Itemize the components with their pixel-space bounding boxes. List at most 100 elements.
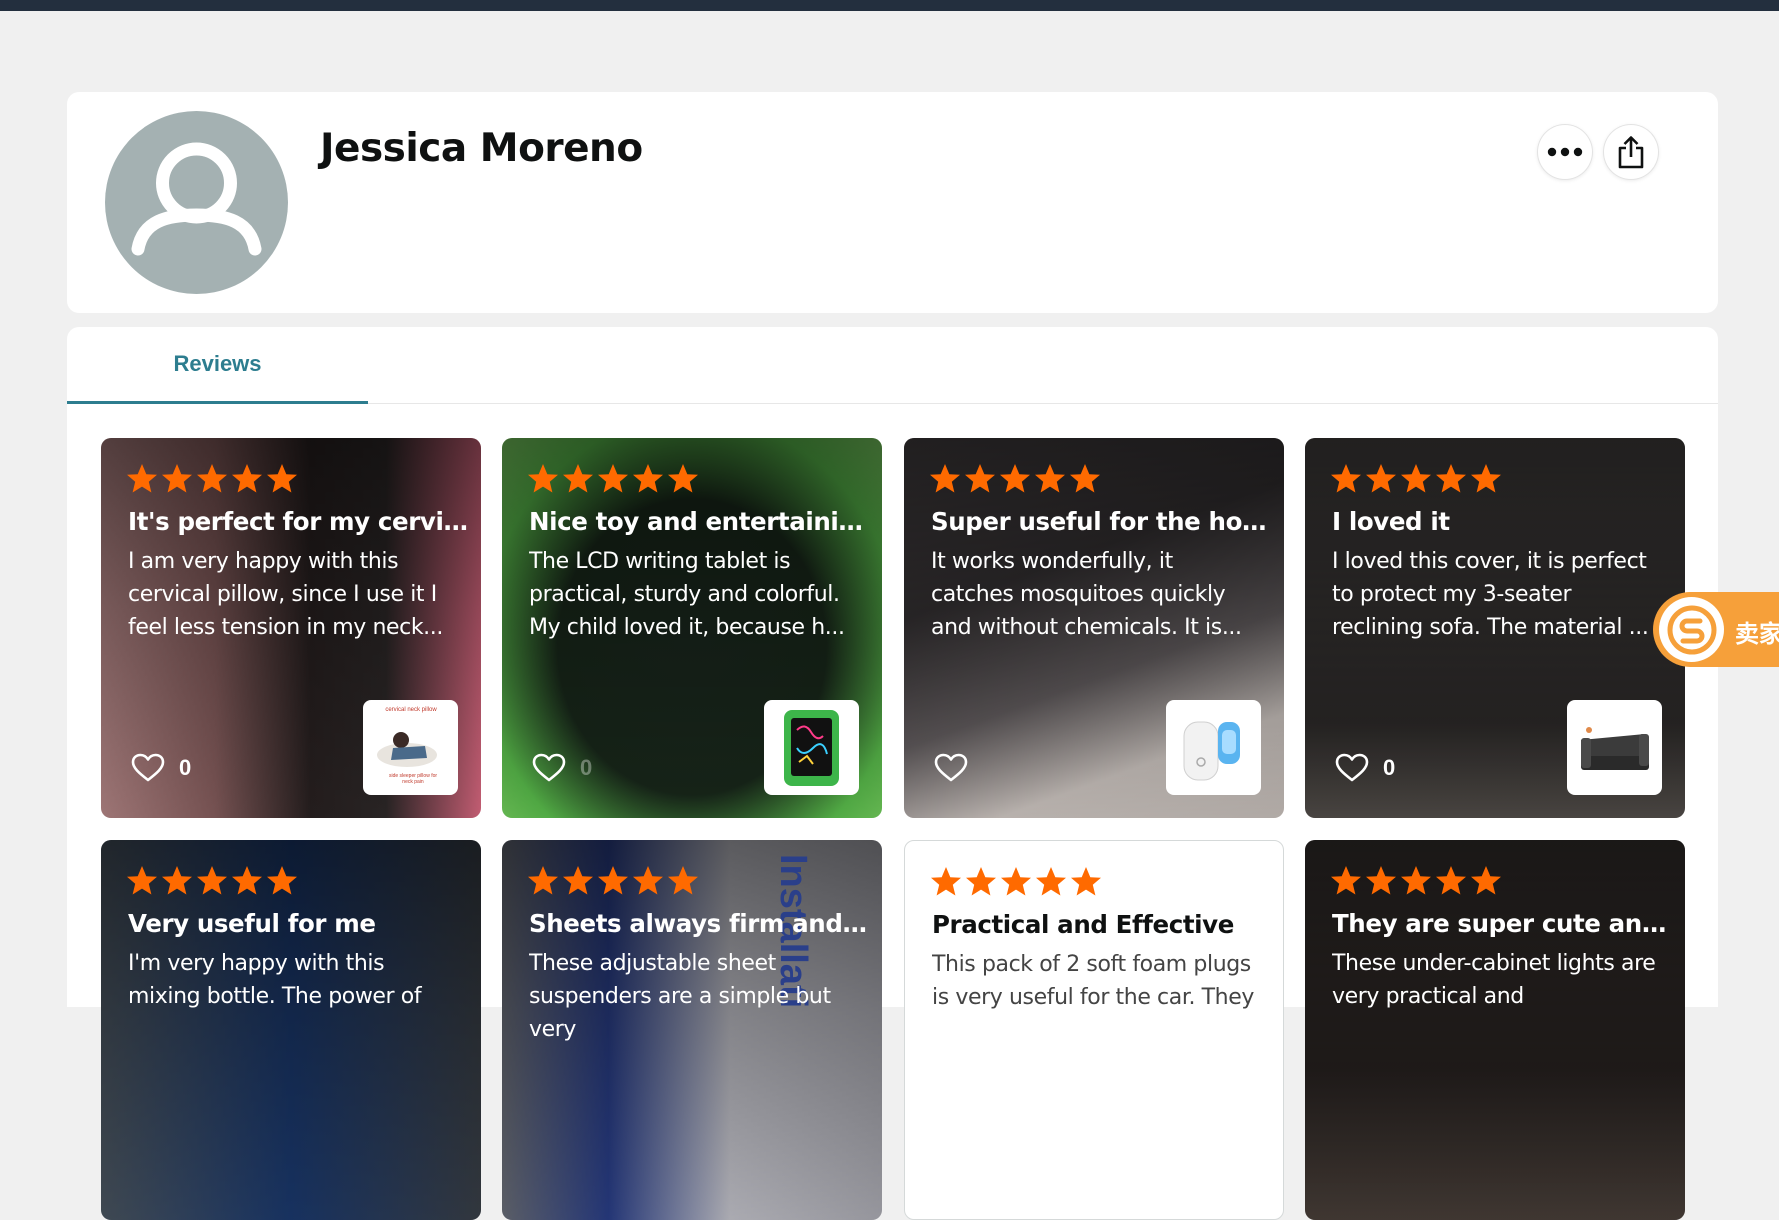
- review-card[interactable]: Installati Sheets always firm and ti... …: [502, 840, 882, 1220]
- share-button[interactable]: [1604, 125, 1658, 179]
- top-nav-bar: [0, 0, 1779, 11]
- star-icon: [232, 464, 262, 493]
- like-button[interactable]: [934, 753, 982, 783]
- mosquito-trap-product-image: [1183, 721, 1240, 781]
- heart-icon: [934, 753, 968, 782]
- profile-tabs: Reviews: [67, 327, 1718, 404]
- star-icon: [528, 866, 558, 895]
- review-card[interactable]: Practical and Effective This pack of 2 s…: [904, 840, 1284, 1220]
- review-title: They are super cute and ...: [1332, 909, 1672, 938]
- like-count: 0: [179, 755, 192, 780]
- star-icon: [563, 866, 593, 895]
- star-rating: [125, 462, 299, 496]
- product-thumbnail[interactable]: [764, 700, 859, 795]
- star-icon: [197, 866, 227, 895]
- star-icon: [1436, 464, 1466, 493]
- review-card[interactable]: Nice toy and entertaining The LCD writin…: [502, 438, 882, 818]
- star-icon: [1436, 866, 1466, 895]
- star-icon: [267, 866, 297, 895]
- product-thumbnail[interactable]: [1567, 700, 1662, 795]
- star-icon: [1036, 867, 1066, 896]
- review-card[interactable]: Very useful for me I'm very happy with t…: [101, 840, 481, 1220]
- star-rating: [929, 865, 1103, 899]
- review-title: Very useful for me: [128, 909, 376, 938]
- star-icon: [633, 866, 663, 895]
- review-body: I loved this cover, it is perfect to pro…: [1332, 549, 1649, 640]
- review-body: This pack of 2 soft foam plugs is very u…: [932, 952, 1254, 1010]
- tab-reviews[interactable]: Reviews: [67, 327, 368, 404]
- star-icon: [127, 866, 157, 895]
- review-body: The LCD writing tablet is practical, stu…: [529, 549, 845, 640]
- review-body: These adjustable sheet suspenders are a …: [529, 951, 831, 1042]
- star-icon: [1401, 866, 1431, 895]
- s-logo-icon: [1667, 605, 1716, 654]
- star-rating: [526, 462, 700, 496]
- review-body: I'm very happy with this mixing bottle. …: [128, 951, 422, 1009]
- star-icon: [931, 867, 961, 896]
- like-button[interactable]: 0: [532, 753, 592, 783]
- product-thumbnail[interactable]: [1166, 700, 1261, 795]
- star-rating: [1329, 864, 1503, 898]
- review-card[interactable]: Super useful for the home It works wonde…: [904, 438, 1284, 818]
- seller-plugin-tab[interactable]: 卖家: [1653, 592, 1779, 667]
- review-body: These under-cabinet lights are very prac…: [1332, 951, 1656, 1009]
- seller-plugin-logo-icon: [1659, 597, 1724, 662]
- seller-plugin-label: 卖家: [1735, 621, 1779, 648]
- star-icon: [162, 866, 192, 895]
- product-thumbnail[interactable]: cervical neck pillow side sleeper pillow…: [363, 700, 458, 795]
- star-icon: [1331, 866, 1361, 895]
- review-body: I am very happy with this cervical pillo…: [128, 549, 443, 640]
- star-icon: [1366, 464, 1396, 493]
- thumbnail-caption: side sleeper pillow for neck pain: [388, 773, 438, 785]
- star-icon: [1331, 464, 1361, 493]
- star-icon: [1070, 464, 1100, 493]
- profile-name: Jessica Moreno: [320, 126, 643, 171]
- star-icon: [563, 464, 593, 493]
- star-icon: [633, 464, 663, 493]
- heart-icon: [532, 753, 566, 782]
- star-icon: [528, 464, 558, 493]
- star-icon: [1366, 866, 1396, 895]
- star-rating: [1329, 462, 1503, 496]
- like-button[interactable]: 0: [1335, 753, 1395, 783]
- review-card[interactable]: I loved it I loved this cover, it is per…: [1305, 438, 1685, 818]
- heart-icon: [131, 753, 165, 782]
- star-icon: [668, 866, 698, 895]
- review-title: It's perfect for my cervical: [128, 507, 468, 536]
- star-icon: [267, 464, 297, 493]
- star-icon: [598, 866, 628, 895]
- like-count: 0: [580, 755, 593, 780]
- heart-icon: [1335, 753, 1369, 782]
- like-button[interactable]: 0: [131, 753, 191, 783]
- avatar: [105, 111, 288, 294]
- star-rating: [526, 864, 700, 898]
- star-icon: [1001, 867, 1031, 896]
- star-icon: [127, 464, 157, 493]
- star-icon: [966, 867, 996, 896]
- review-title: Practical and Effective: [932, 910, 1234, 939]
- star-icon: [930, 464, 960, 493]
- star-icon: [965, 464, 995, 493]
- review-card[interactable]: It's perfect for my cervical I am very h…: [101, 438, 481, 818]
- review-title: Super useful for the home: [931, 507, 1271, 536]
- more-options-button[interactable]: [1538, 125, 1592, 179]
- share-icon: [1618, 136, 1644, 169]
- profile-card: Jessica Moreno: [67, 92, 1718, 313]
- star-icon: [197, 464, 227, 493]
- review-title: Nice toy and entertaining: [529, 507, 869, 536]
- star-rating: [928, 462, 1102, 496]
- user-silhouette-icon: [131, 142, 262, 256]
- reviews-section: Reviews It's perfect for my cervical I a…: [67, 327, 1718, 1220]
- star-icon: [232, 866, 262, 895]
- review-card[interactable]: They are super cute and ... These under-…: [1305, 840, 1685, 1220]
- star-icon: [1000, 464, 1030, 493]
- star-icon: [668, 464, 698, 493]
- star-icon: [1401, 464, 1431, 493]
- review-title: Sheets always firm and ti...: [529, 909, 869, 938]
- review-title: I loved it: [1332, 507, 1450, 536]
- star-icon: [1471, 866, 1501, 895]
- star-icon: [162, 464, 192, 493]
- star-icon: [598, 464, 628, 493]
- star-icon: [1035, 464, 1065, 493]
- writing-tablet-product-image: [784, 710, 839, 786]
